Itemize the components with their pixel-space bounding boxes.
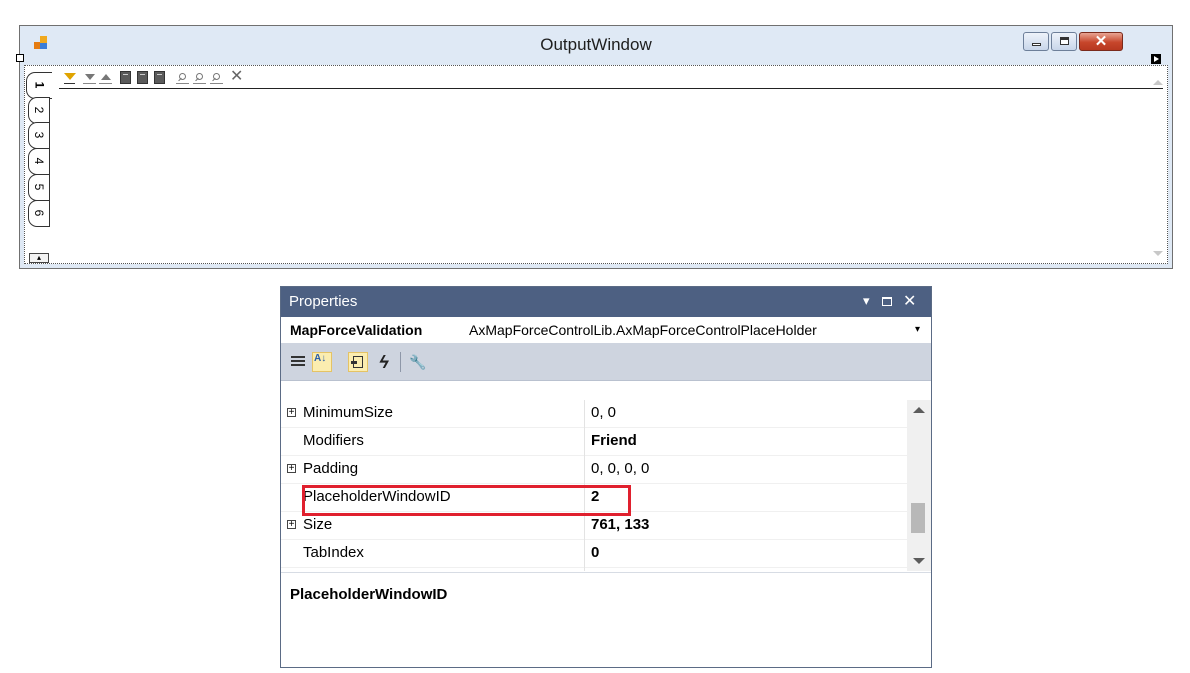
minimize-icon bbox=[1032, 43, 1041, 46]
property-name: TabIndex bbox=[303, 544, 364, 561]
property-row[interactable]: + Padding 0, 0, 0, 0 bbox=[281, 456, 907, 484]
tab-scroll-button[interactable]: ▴ bbox=[29, 253, 49, 263]
alphabetical-glyph: A↓ bbox=[314, 353, 327, 364]
maximize-icon bbox=[1060, 37, 1069, 45]
close-icon[interactable]: ✕ bbox=[903, 291, 916, 311]
expand-icon[interactable]: + bbox=[287, 520, 296, 530]
move-down-icon[interactable] bbox=[83, 71, 96, 84]
property-value[interactable]: 0 bbox=[591, 544, 599, 561]
property-pages-icon[interactable]: 🔧 bbox=[408, 352, 428, 372]
tab-6[interactable]: 6 bbox=[28, 200, 50, 227]
scroll-down-icon[interactable] bbox=[913, 558, 925, 564]
categorized-icon[interactable] bbox=[288, 352, 308, 372]
filter-icon[interactable] bbox=[63, 71, 76, 84]
object-type: AxMapForceControlLib.AxMapForceControlPl… bbox=[469, 322, 817, 338]
description-pane: PlaceholderWindowID bbox=[281, 572, 931, 667]
property-value[interactable]: 761, 133 bbox=[591, 516, 649, 533]
object-selector[interactable]: MapForceValidation AxMapForceControlLib.… bbox=[281, 317, 931, 344]
toolbar-separator bbox=[400, 352, 401, 372]
tab-label: 5 bbox=[32, 183, 46, 191]
tab-4[interactable]: 4 bbox=[28, 148, 50, 175]
smart-tag-icon[interactable] bbox=[1151, 54, 1161, 64]
close-icon: ✕ bbox=[1094, 33, 1108, 50]
maximize-button[interactable] bbox=[1051, 32, 1077, 51]
expand-icon[interactable]: + bbox=[287, 464, 296, 474]
output-toolbar: ✕ bbox=[59, 68, 1163, 89]
scroll-thumb[interactable] bbox=[911, 503, 925, 533]
tab-3[interactable]: 3 bbox=[28, 122, 50, 149]
properties-title: Properties bbox=[289, 293, 358, 310]
output-window: OutputWindow ✕ 1 2 3 4 5 6 ▴ ✕ bbox=[16, 25, 1173, 269]
properties-toolbar: A↓ ϟ 🔧 bbox=[281, 343, 931, 381]
move-up-icon[interactable] bbox=[99, 71, 112, 84]
tab-label: 4 bbox=[32, 157, 46, 165]
property-name: Modifiers bbox=[303, 432, 364, 449]
property-row[interactable]: TabIndex 0 bbox=[281, 540, 907, 568]
chevron-down-icon[interactable]: ▾ bbox=[915, 324, 920, 335]
object-name: MapForceValidation bbox=[290, 322, 423, 338]
window-position-icon[interactable]: ▾ bbox=[863, 293, 870, 309]
scroll-down-icon[interactable] bbox=[1153, 251, 1163, 256]
scroll-up-icon[interactable] bbox=[913, 407, 925, 413]
tab-1[interactable]: 1 bbox=[26, 72, 52, 99]
selection-handle[interactable] bbox=[16, 54, 24, 62]
output-window-title: OutputWindow bbox=[540, 35, 652, 54]
property-name: Size bbox=[303, 516, 333, 533]
description-title: PlaceholderWindowID bbox=[290, 586, 448, 603]
events-icon[interactable]: ϟ bbox=[374, 352, 394, 372]
find-icon[interactable] bbox=[176, 71, 189, 84]
find-prev-icon[interactable] bbox=[210, 71, 223, 84]
copy-all-doc-icon[interactable] bbox=[137, 71, 148, 84]
find-next-icon[interactable] bbox=[193, 71, 206, 84]
tab-2[interactable]: 2 bbox=[28, 97, 50, 124]
output-client-area: 1 2 3 4 5 6 ▴ ✕ bbox=[24, 65, 1168, 264]
expand-icon[interactable]: + bbox=[287, 408, 296, 418]
clear-icon[interactable]: ✕ bbox=[230, 69, 243, 85]
output-window-titlebar[interactable]: OutputWindow ✕ bbox=[16, 26, 1172, 64]
property-grid-scrollbar[interactable] bbox=[907, 400, 931, 571]
copy-doc-icon[interactable] bbox=[120, 71, 131, 84]
tab-label: 1 bbox=[32, 81, 47, 89]
save-doc-icon[interactable] bbox=[154, 71, 165, 84]
output-scrollbar[interactable] bbox=[1151, 74, 1165, 260]
property-name: Padding bbox=[303, 460, 359, 477]
close-button[interactable]: ✕ bbox=[1079, 32, 1123, 51]
property-row[interactable]: + Size 761, 133 bbox=[281, 512, 907, 540]
property-value[interactable]: 0, 0 bbox=[591, 404, 616, 421]
property-value[interactable]: Friend bbox=[591, 432, 637, 449]
property-name: MinimumSize bbox=[303, 404, 394, 421]
tab-label: 2 bbox=[32, 106, 46, 114]
scroll-up-icon[interactable] bbox=[1153, 80, 1163, 85]
maximize-icon[interactable] bbox=[882, 297, 892, 306]
tab-label: 6 bbox=[32, 209, 46, 217]
row-divider bbox=[281, 567, 907, 568]
minimize-button[interactable] bbox=[1023, 32, 1049, 51]
tab-5[interactable]: 5 bbox=[28, 174, 50, 201]
highlight-box bbox=[302, 485, 631, 516]
property-value[interactable]: 0, 0, 0, 0 bbox=[591, 460, 649, 477]
properties-panel: Properties ▾ ✕ MapForceValidation AxMapF… bbox=[280, 286, 932, 668]
properties-icon[interactable] bbox=[348, 352, 368, 372]
property-row[interactable]: Modifiers Friend bbox=[281, 428, 907, 456]
tab-label: 3 bbox=[32, 131, 46, 139]
alphabetical-icon[interactable]: A↓ bbox=[312, 352, 332, 372]
properties-titlebar[interactable]: Properties ▾ ✕ bbox=[281, 287, 931, 317]
vertical-tab-strip: 1 2 3 4 5 6 ▴ bbox=[25, 66, 53, 265]
property-row[interactable]: + MinimumSize 0, 0 bbox=[281, 400, 907, 428]
